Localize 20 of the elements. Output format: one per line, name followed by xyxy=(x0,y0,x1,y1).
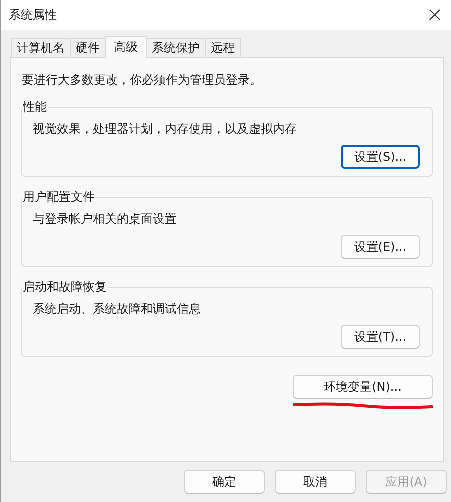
tab[interactable]: 高级 xyxy=(105,36,147,58)
group-title: 用户配置文件 xyxy=(22,189,96,206)
settings-button[interactable]: 设置(E)... xyxy=(341,235,420,259)
window-title: 系统属性 xyxy=(9,6,57,24)
group-description: 系统启动、系统故障和调试信息 xyxy=(33,301,202,318)
dialog-button[interactable]: 取消 xyxy=(275,470,356,494)
tab[interactable]: 系统保护 xyxy=(146,38,206,57)
close-icon[interactable] xyxy=(429,9,441,21)
tab[interactable]: 远程 xyxy=(205,38,241,57)
group-description: 视觉效果，处理器计划，内存使用，以及虚拟内存 xyxy=(33,121,298,138)
environment-variables-button[interactable]: 环境变量(N)... xyxy=(293,375,433,399)
admin-notice: 要进行大多数更改，你必须作为管理员登录。 xyxy=(22,72,263,89)
group-title: 性能 xyxy=(22,99,48,116)
dialog-button[interactable]: 确定 xyxy=(184,470,265,494)
settings-button[interactable]: 设置(S)... xyxy=(341,145,420,169)
tab[interactable]: 硬件 xyxy=(70,38,106,57)
group-title: 启动和故障恢复 xyxy=(22,279,108,296)
group-description: 与登录帐户相关的桌面设置 xyxy=(33,211,178,228)
tab[interactable]: 计算机名 xyxy=(11,38,71,57)
settings-button[interactable]: 设置(T)... xyxy=(341,325,420,349)
